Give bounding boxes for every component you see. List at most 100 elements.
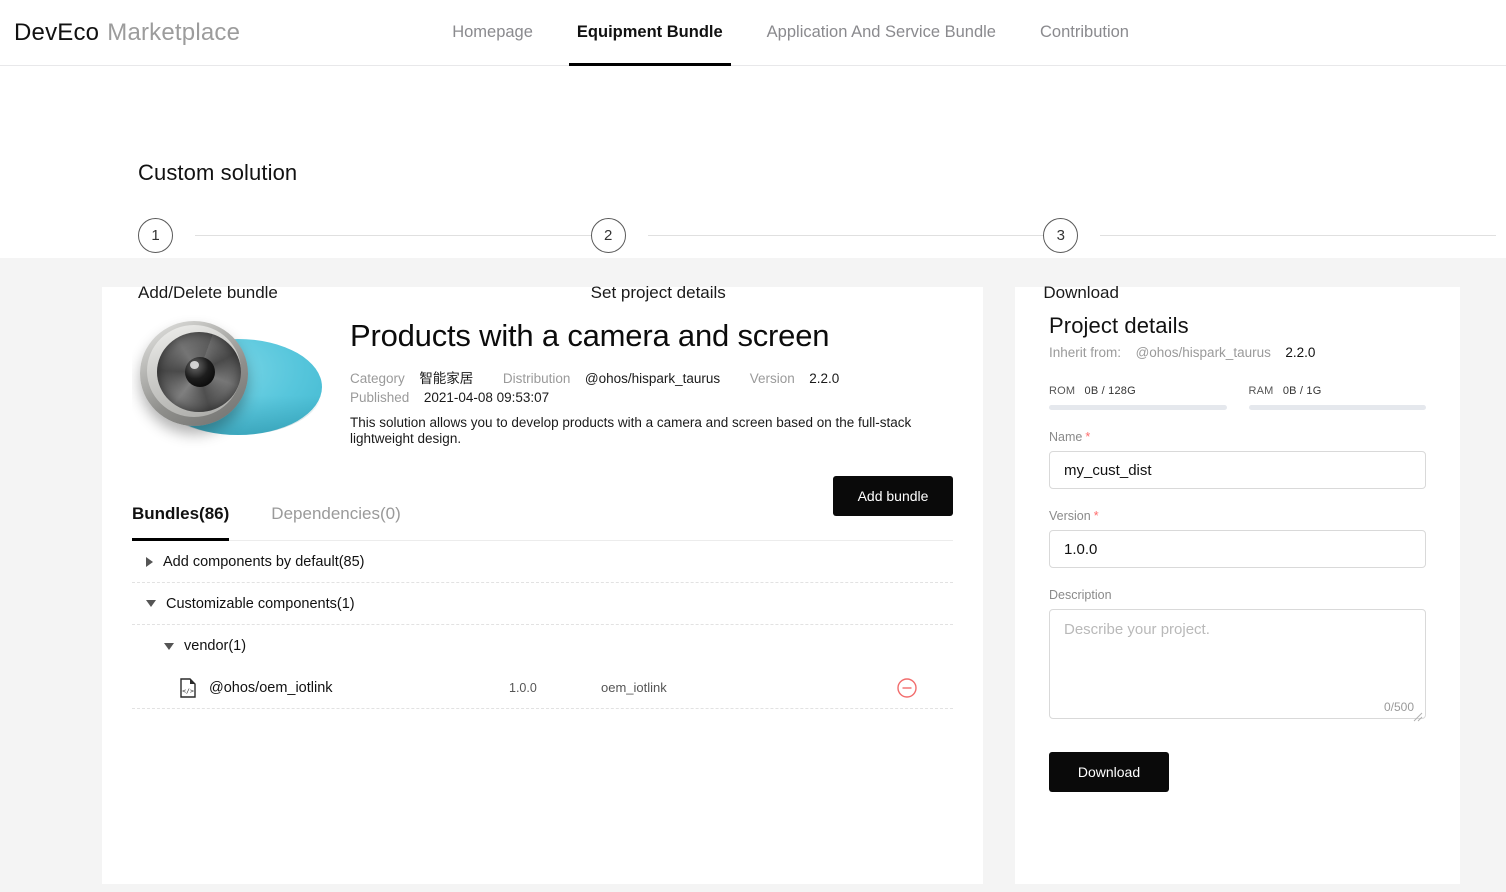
nav-item-homepage[interactable]: Homepage (430, 0, 555, 65)
nav-item-equipment-bundle[interactable]: Equipment Bundle (555, 0, 745, 66)
name-field-group: Name * (1049, 430, 1426, 489)
step-1-head: 1 (138, 218, 591, 253)
description-field-group: Description 0/500 (1049, 588, 1426, 724)
content-area: Products with a camera and screen Catego… (0, 258, 1506, 892)
step-1-number: 1 (138, 218, 173, 253)
download-button[interactable]: Download (1049, 752, 1169, 792)
top-navigation-bar: DevEco Marketplace Homepage Equipment Bu… (0, 0, 1506, 66)
step-3-number: 3 (1043, 218, 1079, 253)
version-value: 2.2.0 (809, 371, 840, 387)
bundle-item-version: 1.0.0 (509, 680, 537, 695)
step-1-label: Add/Delete bundle (138, 283, 278, 302)
inherit-from-row: Inherit from: @ohos/hispark_taurus 2.2.0 (1049, 345, 1426, 360)
inherit-from-value: @ohos/hispark_taurus (1135, 345, 1271, 360)
category-value: 智能家居 (419, 371, 474, 387)
product-description: This solution allows you to develop prod… (350, 415, 912, 447)
rom-label-row: ROM 0B / 128G (1049, 385, 1227, 397)
product-title: Products with a camera and screen (350, 318, 830, 353)
bundle-tree: Add components by default(85) Customizab… (132, 541, 953, 709)
tab-bundles[interactable]: Bundles(86) (132, 504, 230, 541)
ram-progress-track (1248, 405, 1426, 410)
rom-value: 0B / 128G (1084, 385, 1136, 397)
add-bundle-button[interactable]: Add bundle (833, 476, 953, 516)
tree-group-vendor-label: vendor(1) (184, 638, 247, 654)
step-1[interactable]: 1 Add/Delete bundle (138, 218, 591, 303)
solution-card: Products with a camera and screen Catego… (102, 287, 983, 884)
step-3-connector (1100, 235, 1497, 236)
step-1-connector (195, 235, 591, 236)
step-3-label: Download (1043, 283, 1119, 302)
lens-pupil (185, 357, 215, 387)
chevron-right-icon[interactable] (146, 556, 153, 567)
published-value: 2021-04-08 09:53:07 (423, 390, 550, 406)
version-label: Version (749, 371, 795, 387)
svg-text:</>: </> (182, 687, 194, 695)
product-meta-row-1: Category 智能家居 Distribution @ohos/hispark… (350, 369, 953, 388)
minus-circle-icon[interactable] (897, 677, 917, 698)
tree-group-customizable-components[interactable]: Customizable components(1) (132, 583, 953, 625)
rom-progress-track (1049, 405, 1227, 410)
step-2-number: 2 (590, 218, 626, 253)
step-2-label: Set project details (590, 283, 726, 302)
tab-dependencies[interactable]: Dependencies(0) (271, 504, 400, 540)
tree-group-vendor[interactable]: vendor(1) (132, 625, 953, 667)
description-label: Description (1049, 588, 1112, 602)
distribution-value: @ohos/hispark_taurus (584, 371, 721, 387)
required-marker: * (1093, 509, 1099, 523)
nav-item-application-and-service-bundle[interactable]: Application And Service Bundle (745, 0, 1018, 65)
version-label-text: Version (1049, 509, 1091, 523)
required-marker: * (1085, 430, 1091, 444)
inherit-from-version: 2.2.0 (1285, 345, 1316, 360)
ram-label: RAM (1248, 385, 1274, 397)
description-textarea[interactable] (1049, 609, 1426, 719)
page-title: Custom solution (138, 160, 298, 185)
project-details-title: Project details (1049, 313, 1189, 338)
rom-label: ROM (1049, 385, 1076, 397)
step-3[interactable]: 3 Download (1043, 218, 1497, 303)
tree-group-customizable-components-label: Customizable components(1) (166, 595, 355, 612)
step-2[interactable]: 2 Set project details (590, 218, 1044, 303)
chevron-down-icon[interactable] (164, 642, 174, 650)
resource-bars: ROM 0B / 128G RAM 0B / 1G (1049, 385, 1426, 410)
step-2-connector (647, 235, 1044, 236)
camera-lens-icon (140, 321, 248, 426)
app-logo[interactable]: DevEco Marketplace (0, 0, 240, 65)
category-label: Category (350, 371, 405, 387)
inherit-from-label: Inherit from: (1049, 345, 1122, 360)
stepper: 1 Add/Delete bundle 2 Set project detail… (138, 218, 1497, 303)
ram-usage: RAM 0B / 1G (1248, 385, 1427, 410)
character-counter: 0/500 (1383, 700, 1414, 714)
rom-usage: ROM 0B / 128G (1049, 385, 1227, 410)
step-2-head: 2 (590, 218, 1044, 253)
lens-ring (147, 325, 241, 417)
tree-group-default-components-label: Add components by default(85) (163, 553, 365, 570)
product-info: Products with a camera and screen Catego… (350, 313, 953, 448)
product-header: Products with a camera and screen Catego… (132, 313, 953, 448)
name-input[interactable] (1049, 451, 1426, 489)
product-thumbnail (132, 313, 322, 448)
version-input[interactable] (1049, 530, 1426, 568)
step-3-head: 3 (1043, 218, 1497, 253)
name-label: Name * (1049, 430, 1426, 444)
brand-secondary: Marketplace (107, 18, 241, 46)
bundle-tabs: Bundles(86) Dependencies(0) Add bundle (132, 476, 953, 541)
ram-value: 0B / 1G (1282, 385, 1322, 397)
version-label: Version * (1049, 509, 1426, 523)
description-wrapper: 0/500 (1049, 609, 1426, 724)
version-field-group: Version * (1049, 509, 1426, 568)
main-nav: Homepage Equipment Bundle Application An… (430, 0, 1151, 66)
bundle-item-alias: oem_iotlink (601, 680, 667, 695)
lens-barrel (157, 332, 241, 412)
distribution-label: Distribution (502, 371, 571, 387)
product-meta-row-2: Published 2021-04-08 09:53:07 (350, 388, 953, 407)
published-label: Published (350, 390, 410, 406)
name-label-text: Name (1049, 430, 1083, 444)
ram-label-row: RAM 0B / 1G (1249, 385, 1427, 397)
chevron-down-icon[interactable] (146, 600, 156, 607)
tree-group-default-components[interactable]: Add components by default(85) (132, 541, 953, 583)
stepper-section: Custom solution 1 Add/Delete bundle 2 Se… (0, 66, 1506, 302)
table-row[interactable]: </> @ohos/oem_iotlink 1.0.0 oem_iotlink (132, 667, 953, 709)
nav-item-contribution[interactable]: Contribution (1018, 0, 1151, 65)
bundle-item-name: @ohos/oem_iotlink (209, 679, 333, 696)
brand-primary: DevEco (14, 18, 100, 46)
